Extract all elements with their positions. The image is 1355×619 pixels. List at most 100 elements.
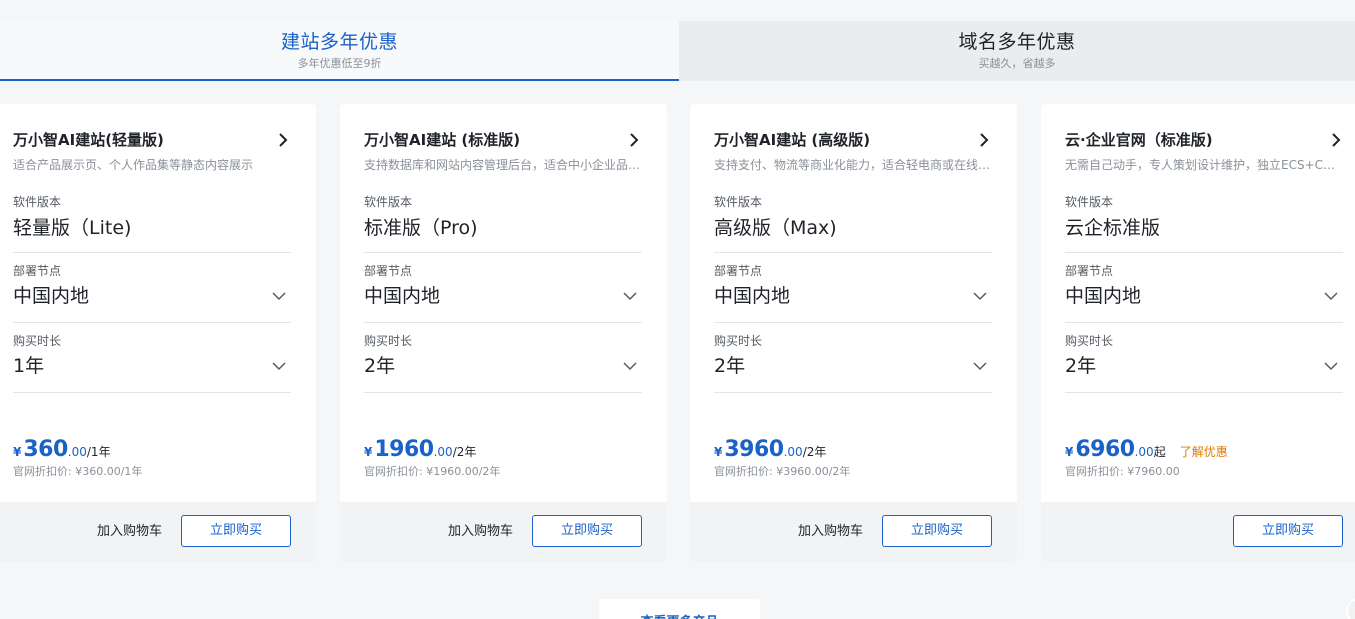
divider [1065,392,1343,393]
price-integer: 3960 [724,437,784,462]
divider [13,252,291,253]
chevron-right-icon[interactable] [977,132,991,148]
chevron-down-icon[interactable] [1324,291,1338,301]
chevron-right-icon[interactable] [276,132,290,148]
price-decimal: .00 [783,445,803,459]
buy-now-button[interactable]: 立即购买 [532,515,642,547]
chevron-down-icon[interactable] [272,361,286,371]
card-body: 万小智AI建站 (高级版) 支持支付、物流等商业化能力，适合轻电商或在线交易场景… [690,104,1017,502]
tab-title: 域名多年优惠 [958,31,1076,53]
version-value: 标准版（Pro) [364,217,478,239]
currency-symbol: ¥ [364,445,373,459]
card-title[interactable]: 云·企业官网（标准版) [1065,130,1213,150]
divider [1065,322,1343,323]
version-value: 云企标准版 [1065,217,1161,239]
currency-symbol: ¥ [13,445,22,459]
price: ¥1960.00/2年 [364,437,476,463]
version-label: 软件版本 [714,195,763,209]
floating-circle-icon[interactable] [1346,598,1355,619]
divider [13,392,291,393]
add-to-cart-link[interactable]: 加入购物车 [448,523,513,540]
card-title[interactable]: 万小智AI建站 (高级版) [714,130,870,150]
product-card-enterprise: 云·企业官网（标准版) 无需自己动手，专人策划设计维护，独立ECS+CDN部署 … [1041,104,1355,562]
version-label: 软件版本 [13,195,62,209]
view-more-label: 查看更多产品 [640,611,718,619]
price-integer: 1960 [374,437,434,462]
region-label: 部署节点 [714,264,763,278]
tab-title: 建站多年优惠 [280,31,398,53]
chevron-down-icon[interactable] [623,361,637,371]
region-select[interactable]: 中国内地 [13,284,89,308]
region-label: 部署节点 [13,264,62,278]
price-unit: /2年 [452,445,477,459]
price-integer: 360 [23,437,68,462]
duration-label: 购买时长 [1065,334,1114,348]
original-price: 官网折扣价: ¥3960.00/2年 [714,465,851,478]
offer-tabs: 建站多年优惠 多年优惠低至9折 域名多年优惠 买越久，省越多 [0,21,1355,81]
price-unit: /2年 [802,445,827,459]
tab-site-multiyear[interactable]: 建站多年优惠 多年优惠低至9折 [0,21,679,81]
card-title[interactable]: 万小智AI建站(轻量版) [13,130,164,150]
duration-select[interactable]: 2年 [364,354,395,378]
card-body: 万小智AI建站 (标准版) 支持数据库和网站内容管理后台，适合中小企业品牌官网 … [340,104,667,502]
product-card-lite: 万小智AI建站(轻量版) 适合产品展示页、个人作品集等静态内容展示 软件版本 轻… [0,104,316,562]
price-unit: /1年 [86,445,111,459]
card-description: 无需自己动手，专人策划设计维护，独立ECS+CDN部署 [1065,158,1343,172]
price-decimal: .00 [433,445,453,459]
tab-subtitle: 多年优惠低至9折 [297,57,382,70]
chevron-right-icon[interactable] [627,132,641,148]
divider [714,252,992,253]
divider [13,322,291,323]
chevron-right-icon[interactable] [1329,132,1343,148]
divider [364,252,642,253]
version-value: 轻量版（Lite) [13,217,132,239]
region-label: 部署节点 [1065,264,1114,278]
buy-now-button[interactable]: 立即购买 [882,515,992,547]
region-label: 部署节点 [364,264,413,278]
card-description: 适合产品展示页、个人作品集等静态内容展示 [13,158,254,172]
tab-domain-multiyear[interactable]: 域名多年优惠 买越久，省越多 [679,21,1355,81]
chevron-down-icon[interactable] [623,291,637,301]
card-body: 万小智AI建站(轻量版) 适合产品展示页、个人作品集等静态内容展示 软件版本 轻… [0,104,316,502]
price-decimal: .00 [1134,445,1154,459]
duration-select[interactable]: 2年 [714,354,745,378]
card-description: 支持支付、物流等商业化能力，适合轻电商或在线交易场景 [714,158,992,172]
duration-label: 购买时长 [364,334,413,348]
chevron-down-icon[interactable] [1324,361,1338,371]
divider [364,392,642,393]
add-to-cart-link[interactable]: 加入购物车 [97,523,162,540]
region-select[interactable]: 中国内地 [364,284,440,308]
divider [1065,252,1343,253]
chevron-down-icon[interactable] [272,291,286,301]
card-description: 支持数据库和网站内容管理后台，适合中小企业品牌官网 [364,158,642,172]
region-select[interactable]: 中国内地 [1065,284,1141,308]
view-more-button[interactable]: 查看更多产品 [599,599,760,619]
version-value: 高级版（Max) [714,217,837,239]
add-to-cart-link[interactable]: 加入购物车 [798,523,863,540]
duration-label: 购买时长 [714,334,763,348]
price-integer: 6960 [1075,437,1135,462]
price: ¥360.00/1年 [13,437,111,463]
duration-label: 购买时长 [13,334,62,348]
buy-now-button[interactable]: 立即购买 [1233,515,1343,547]
card-body: 云·企业官网（标准版) 无需自己动手，专人策划设计维护，独立ECS+CDN部署 … [1041,104,1355,502]
original-price: 官网折扣价: ¥360.00/1年 [13,465,143,478]
region-select[interactable]: 中国内地 [714,284,790,308]
chevron-down-icon[interactable] [973,291,987,301]
price: ¥6960.00起 了解优惠 [1065,437,1228,463]
card-footer: 加入购物车 立即购买 [340,502,667,562]
card-title[interactable]: 万小智AI建站 (标准版) [364,130,520,150]
duration-select[interactable]: 2年 [1065,354,1096,378]
card-footer: 加入购物车 立即购买 [0,502,316,562]
promo-link[interactable]: 了解优惠 [1180,445,1228,459]
card-footer: 立即购买 [1041,502,1355,562]
divider [714,392,992,393]
card-footer: 加入购物车 立即购买 [690,502,1017,562]
buy-now-button[interactable]: 立即购买 [181,515,291,547]
tab-subtitle: 买越久，省越多 [978,57,1056,70]
chevron-down-icon[interactable] [973,361,987,371]
price-decimal: .00 [67,445,87,459]
version-label: 软件版本 [1065,195,1114,209]
duration-select[interactable]: 1年 [13,354,44,378]
product-card-pro: 万小智AI建站 (标准版) 支持数据库和网站内容管理后台，适合中小企业品牌官网 … [340,104,667,562]
